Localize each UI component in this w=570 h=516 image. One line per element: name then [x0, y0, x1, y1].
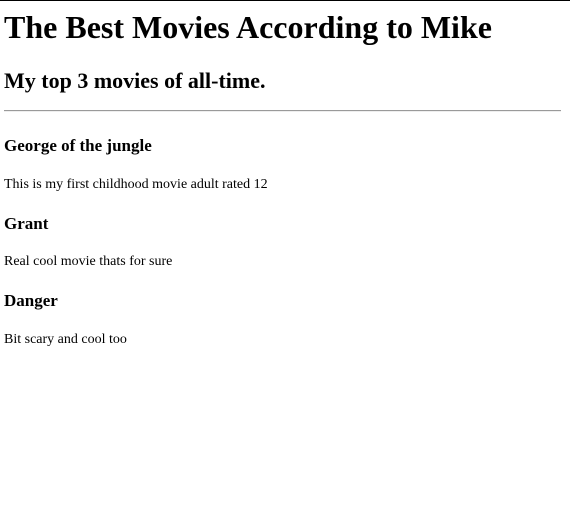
movie-title: Danger	[4, 291, 58, 310]
movie-title: Grant	[4, 214, 49, 233]
page-title: The Best Movies According to Mike	[4, 9, 492, 45]
top-border	[0, 0, 570, 1]
divider	[4, 110, 561, 112]
movie-description: This is my first childhood movie adult r…	[4, 177, 268, 192]
movie-description: Real cool movie thats for sure	[4, 254, 173, 269]
movie-description: Bit scary and cool too	[4, 332, 127, 347]
page-subtitle: My top 3 movies of all-time.	[4, 68, 266, 93]
movie-title: George of the jungle	[4, 136, 152, 155]
